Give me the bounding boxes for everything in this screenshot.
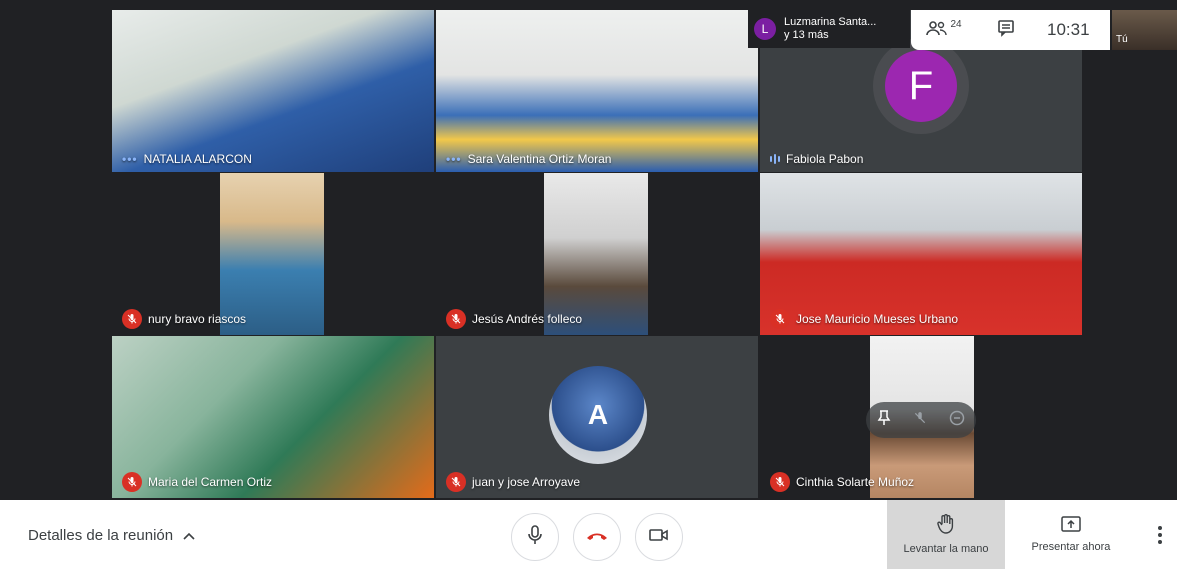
participant-name: nury bravo riascos [148,312,247,326]
self-view[interactable]: Tú [1112,10,1177,50]
remove-participant-icon[interactable] [949,410,965,431]
chip-name: Luzmarina Santa... [784,16,877,28]
hang-up-icon [586,528,608,546]
participant-tile[interactable]: Jesús Andrés folleco [436,173,758,335]
participant-tile[interactable]: nury bravo riascos [112,173,434,335]
mic-off-icon [446,472,466,492]
participant-name: Fabiola Pabon [786,152,864,166]
more-vert-icon [1158,526,1162,530]
camera-button[interactable] [635,513,683,561]
people-icon [926,20,948,41]
mic-off-icon [770,309,790,329]
microphone-button[interactable] [511,513,559,561]
chevron-up-icon [183,527,195,544]
participant-name: Cinthia Solarte Muñoz [796,475,915,489]
mic-off-icon [122,472,142,492]
mic-off-icon [770,472,790,492]
chip-more: y 13 más [784,29,829,41]
chat-button[interactable] [977,10,1035,50]
meeting-stage: ••• NATALIA ALARCON ••• Sara Valentina O… [0,0,1177,500]
mic-off-icon [446,309,466,329]
bottom-control-bar: Detalles de la reunión Levantar la mano … [0,500,1177,569]
avatar: A [549,366,647,464]
present-now-button[interactable]: Presentar ahora [1012,500,1130,569]
participant-tile[interactable]: A juan y jose Arroyave [436,336,758,498]
participant-name: Maria del Carmen Ortiz [148,475,273,489]
meeting-details-button[interactable]: Detalles de la reunión [28,527,195,544]
participant-count: 24 [950,18,962,30]
present-screen-icon [1061,516,1081,535]
more-options-button[interactable] [1150,522,1170,548]
participant-tile[interactable]: Maria del Carmen Ortiz [112,336,434,498]
participant-name: Jose Mauricio Mueses Urbano [796,312,959,326]
participant-name: Sara Valentina Ortiz Moran [467,152,612,166]
speaking-dots-icon: ••• [446,152,462,166]
hang-up-button[interactable] [573,513,621,561]
mic-off-icon [122,309,142,329]
participant-name: juan y jose Arroyave [472,475,581,489]
top-bar: 24 10:31 [911,10,1110,50]
mute-participant-icon[interactable] [913,410,927,431]
tile-hover-controls [866,402,976,438]
avatar: L [754,18,776,40]
clock: 10:31 [1047,20,1090,39]
participant-name: NATALIA ALARCON [143,152,252,166]
people-button[interactable]: 24 [911,10,977,50]
camera-icon [649,528,669,547]
present-now-label: Presentar ahora [1031,541,1111,553]
participant-tile[interactable]: ••• Sara Valentina Ortiz Moran [436,10,758,172]
speaking-dots-icon: ••• [122,152,138,166]
avatar: F [873,38,969,134]
participant-name: Jesús Andrés folleco [472,312,583,326]
active-speakers-chip[interactable]: L Luzmarina Santa... y 13 más [748,10,910,48]
microphone-icon [527,524,543,550]
meeting-details-label: Detalles de la reunión [28,527,174,544]
audio-level-icon [770,154,780,164]
avatar-initial: F [885,50,957,122]
video-grid: ••• NATALIA ALARCON ••• Sara Valentina O… [112,10,1082,499]
chat-icon [997,19,1015,42]
hand-icon [937,514,955,537]
self-label: Tú [1116,34,1128,45]
pin-icon[interactable] [877,409,891,431]
participant-tile[interactable]: ••• NATALIA ALARCON [112,10,434,172]
raise-hand-button[interactable]: Levantar la mano [887,500,1005,569]
participant-tile[interactable]: Jose Mauricio Mueses Urbano [760,173,1082,335]
raise-hand-label: Levantar la mano [903,543,989,555]
